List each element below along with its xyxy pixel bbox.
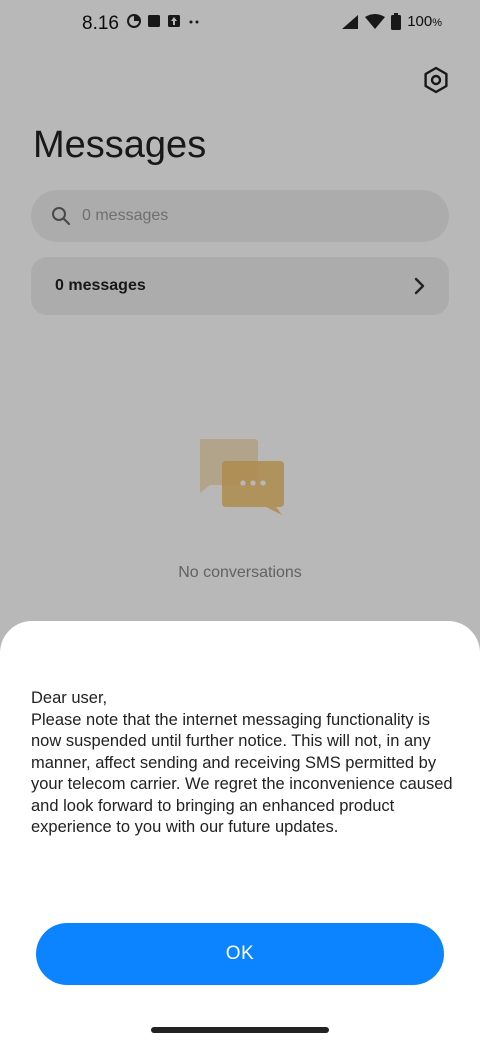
notice-bottom-sheet: Dear user, Please note that the internet… xyxy=(0,621,480,1040)
home-indicator[interactable] xyxy=(151,1027,329,1033)
ok-button[interactable]: OK xyxy=(36,923,444,985)
notice-message: Dear user, Please note that the internet… xyxy=(31,689,453,836)
